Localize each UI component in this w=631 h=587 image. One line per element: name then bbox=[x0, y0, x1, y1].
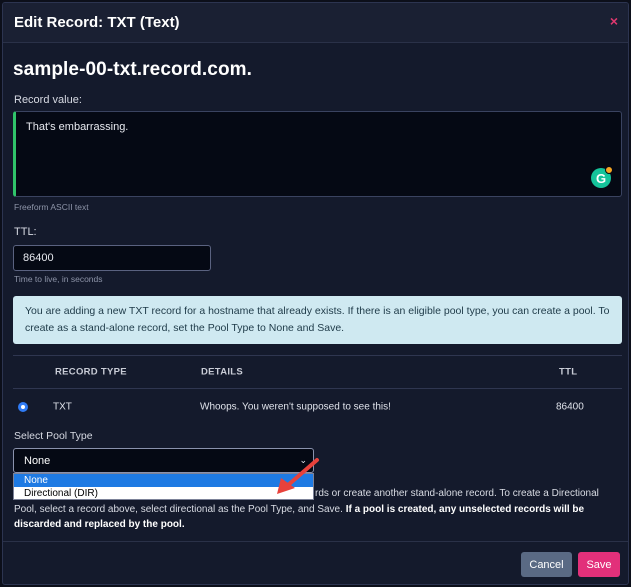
edit-record-modal: Edit Record: TXT (Text) × sample-00-txt.… bbox=[2, 2, 629, 585]
pool-option-none[interactable]: None bbox=[14, 474, 313, 487]
records-table: RECORD TYPE DETAILS TTL TXT Whoops. You … bbox=[13, 355, 622, 421]
ttl-input[interactable]: 86400 bbox=[13, 245, 211, 271]
pool-type-label: Select Pool Type bbox=[14, 430, 93, 442]
info-alert: You are adding a new TXT record for a ho… bbox=[13, 296, 622, 344]
save-button[interactable]: Save bbox=[578, 552, 620, 577]
row-ttl: 86400 bbox=[556, 401, 584, 413]
row-details: Whoops. You weren't supposed to see this… bbox=[200, 401, 391, 413]
record-value-text: That's embarrassing. bbox=[26, 121, 129, 133]
ttl-label: TTL: bbox=[14, 226, 37, 238]
close-icon[interactable]: × bbox=[610, 13, 618, 29]
col-ttl: TTL bbox=[559, 366, 578, 378]
annotation-arrow bbox=[277, 458, 319, 494]
cancel-button[interactable]: Cancel bbox=[521, 552, 572, 577]
grammarly-icon[interactable]: G bbox=[591, 166, 613, 188]
table-row[interactable]: TXT Whoops. You weren't supposed to see … bbox=[13, 393, 622, 421]
pool-type-value: None bbox=[24, 454, 51, 467]
record-value-textarea[interactable]: That's embarrassing. G bbox=[13, 111, 622, 197]
row-select-radio[interactable] bbox=[18, 402, 28, 412]
ttl-value: 86400 bbox=[23, 252, 54, 264]
record-value-label: Record value: bbox=[14, 94, 82, 106]
row-type: TXT bbox=[53, 401, 72, 413]
table-header: RECORD TYPE DETAILS TTL bbox=[13, 355, 622, 389]
col-record-type: RECORD TYPE bbox=[55, 366, 127, 378]
grammarly-badge bbox=[605, 166, 613, 174]
pool-option-directional[interactable]: Directional (DIR) bbox=[14, 487, 313, 500]
pool-type-select[interactable]: None ⌄ bbox=[13, 448, 314, 473]
modal-header: Edit Record: TXT (Text) × bbox=[3, 3, 628, 43]
ttl-hint: Time to live, in seconds bbox=[14, 274, 103, 284]
record-value-hint: Freeform ASCII text bbox=[14, 202, 89, 212]
modal-footer: Cancel Save bbox=[3, 541, 628, 584]
pool-type-dropdown: None Directional (DIR) bbox=[13, 473, 314, 500]
modal-title: Edit Record: TXT (Text) bbox=[14, 14, 180, 31]
col-details: DETAILS bbox=[201, 366, 244, 378]
hostname-title: sample-00-txt.record.com. bbox=[13, 59, 253, 80]
